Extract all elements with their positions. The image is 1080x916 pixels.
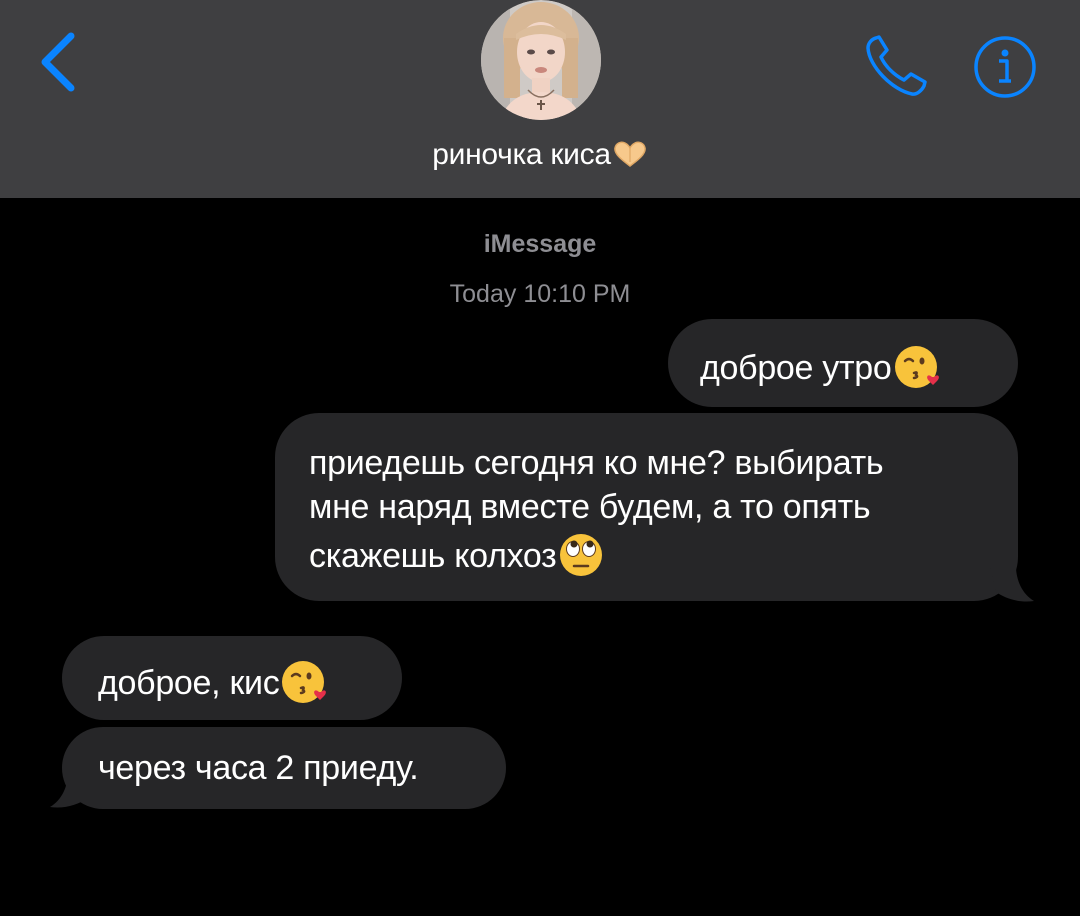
bubble-tail-incoming — [50, 772, 94, 808]
message-text: доброе, кис — [98, 664, 280, 702]
message-timestamp: Today 10:10 PM — [449, 280, 631, 308]
message-text: доброе утро — [700, 349, 892, 387]
message-bubble-outgoing[interactable]: доброе утро — [668, 319, 1018, 407]
message-bubble-outgoing[interactable]: приедешь сегодня ко мне? выбирать мне на… — [275, 413, 1018, 601]
service-label: iMessage — [483, 230, 597, 258]
message-line: мне наряд вместе будем, а то опять — [309, 488, 871, 526]
contact-name[interactable]: риночка киса — [0, 138, 1080, 172]
message-line: скажешь колхоз — [309, 537, 557, 575]
eye-roll-emoji — [556, 529, 606, 579]
kissing-heart-emoji — [279, 656, 329, 706]
contact-name-text: риночка киса — [432, 138, 611, 171]
conversation-header: риночка киса — [0, 0, 1080, 198]
message-bubble-incoming[interactable]: через часа 2 приеду. — [62, 727, 506, 809]
kissing-heart-emoji — [892, 341, 942, 391]
info-button[interactable] — [970, 32, 1040, 102]
chevron-left-icon — [41, 32, 75, 92]
phone-icon — [866, 35, 927, 96]
contact-avatar[interactable] — [480, 0, 602, 120]
bubble-tail-outgoing — [990, 566, 1034, 602]
info-icon — [974, 36, 1036, 98]
message-line: приедешь сегодня ко мне? выбирать — [309, 444, 884, 482]
back-button[interactable] — [26, 22, 96, 102]
message-bubble-incoming[interactable]: доброе, кис — [62, 636, 402, 720]
audio-call-button[interactable] — [862, 30, 932, 100]
message-text: через часа 2 приеду. — [98, 749, 419, 787]
heart-hands-emoji — [612, 140, 648, 168]
